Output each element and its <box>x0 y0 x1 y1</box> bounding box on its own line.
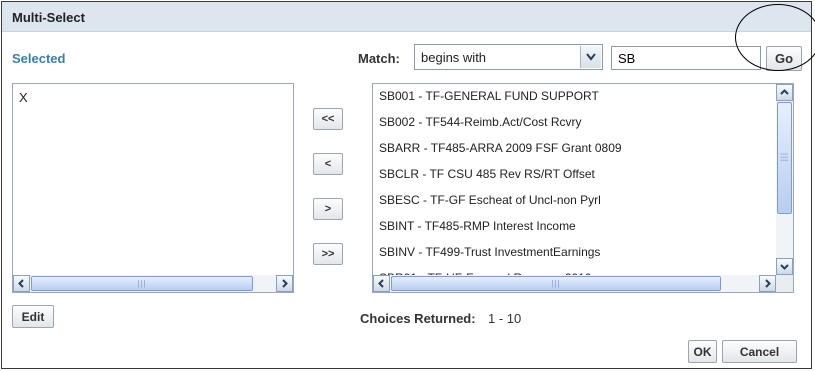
selected-items: X <box>13 84 293 292</box>
chevron-down-icon[interactable] <box>580 46 601 68</box>
multi-select-dialog: Multi-Select Selected Match: begins with… <box>1 1 815 369</box>
dialog-title: Multi-Select <box>12 10 85 25</box>
list-item[interactable]: X <box>13 87 293 113</box>
dialog-title-bar: Multi-Select <box>2 2 811 32</box>
list-item[interactable]: SBESC - TF-GF Escheat of Uncl-non Pyrl <box>373 190 776 216</box>
search-input[interactable] <box>612 47 760 69</box>
list-item[interactable]: SB002 - TF544-Reimb.Act/Cost Rcvry <box>373 112 776 138</box>
list-item[interactable]: SBCLR - TF CSU 485 Rev RS/RT Offset <box>373 164 776 190</box>
search-input-wrapper <box>611 46 761 70</box>
scroll-thumb[interactable]: ||| <box>31 276 253 291</box>
arrow-down-icon[interactable] <box>776 258 793 275</box>
add-all-button[interactable]: >> <box>313 243 343 265</box>
arrow-right-icon[interactable] <box>759 275 776 292</box>
selected-listbox[interactable]: X ||| <box>12 83 294 293</box>
go-button[interactable]: Go <box>766 46 802 71</box>
match-mode-select[interactable]: begins with <box>414 44 603 70</box>
list-item[interactable]: SBINT - TF485-RMP Interest Income <box>373 216 776 242</box>
edit-button[interactable]: Edit <box>12 305 54 328</box>
ok-button[interactable]: OK <box>688 340 717 363</box>
match-mode-value: begins with <box>421 50 487 65</box>
scroll-thumb[interactable]: ||| <box>777 102 792 214</box>
list-item[interactable]: SBINV - TF499-Trust InvestmentEarnings <box>373 242 776 268</box>
scrollbar-corner <box>776 275 793 292</box>
horizontal-scrollbar[interactable]: ||| <box>13 275 293 292</box>
scroll-thumb[interactable]: ||| <box>391 276 721 291</box>
choices-items: SB001 - TF-GENERAL FUND SUPPORT SB002 - … <box>373 84 776 285</box>
choices-returned-value: 1 - 10 <box>488 311 522 326</box>
cancel-button[interactable]: Cancel <box>722 340 797 363</box>
list-item[interactable]: SBARR - TF485-ARRA 2009 FSF Grant 0809 <box>373 138 776 164</box>
choices-returned-label: Choices Returned: <box>360 311 476 326</box>
remove-button[interactable]: < <box>313 153 343 175</box>
arrow-up-icon[interactable] <box>776 84 793 101</box>
vertical-scrollbar[interactable]: ||| <box>776 84 793 275</box>
choices-listbox[interactable]: SB001 - TF-GENERAL FUND SUPPORT SB002 - … <box>372 83 794 293</box>
arrow-right-icon[interactable] <box>276 275 293 292</box>
arrow-left-icon[interactable] <box>373 275 390 292</box>
match-label: Match: <box>358 51 400 66</box>
add-button[interactable]: > <box>313 198 343 220</box>
arrow-left-icon[interactable] <box>13 275 30 292</box>
selected-label: Selected <box>12 51 66 66</box>
horizontal-scrollbar[interactable]: ||| <box>373 275 776 292</box>
list-item[interactable]: SB001 - TF-GENERAL FUND SUPPORT <box>373 86 776 112</box>
remove-all-button[interactable]: << <box>313 108 343 130</box>
